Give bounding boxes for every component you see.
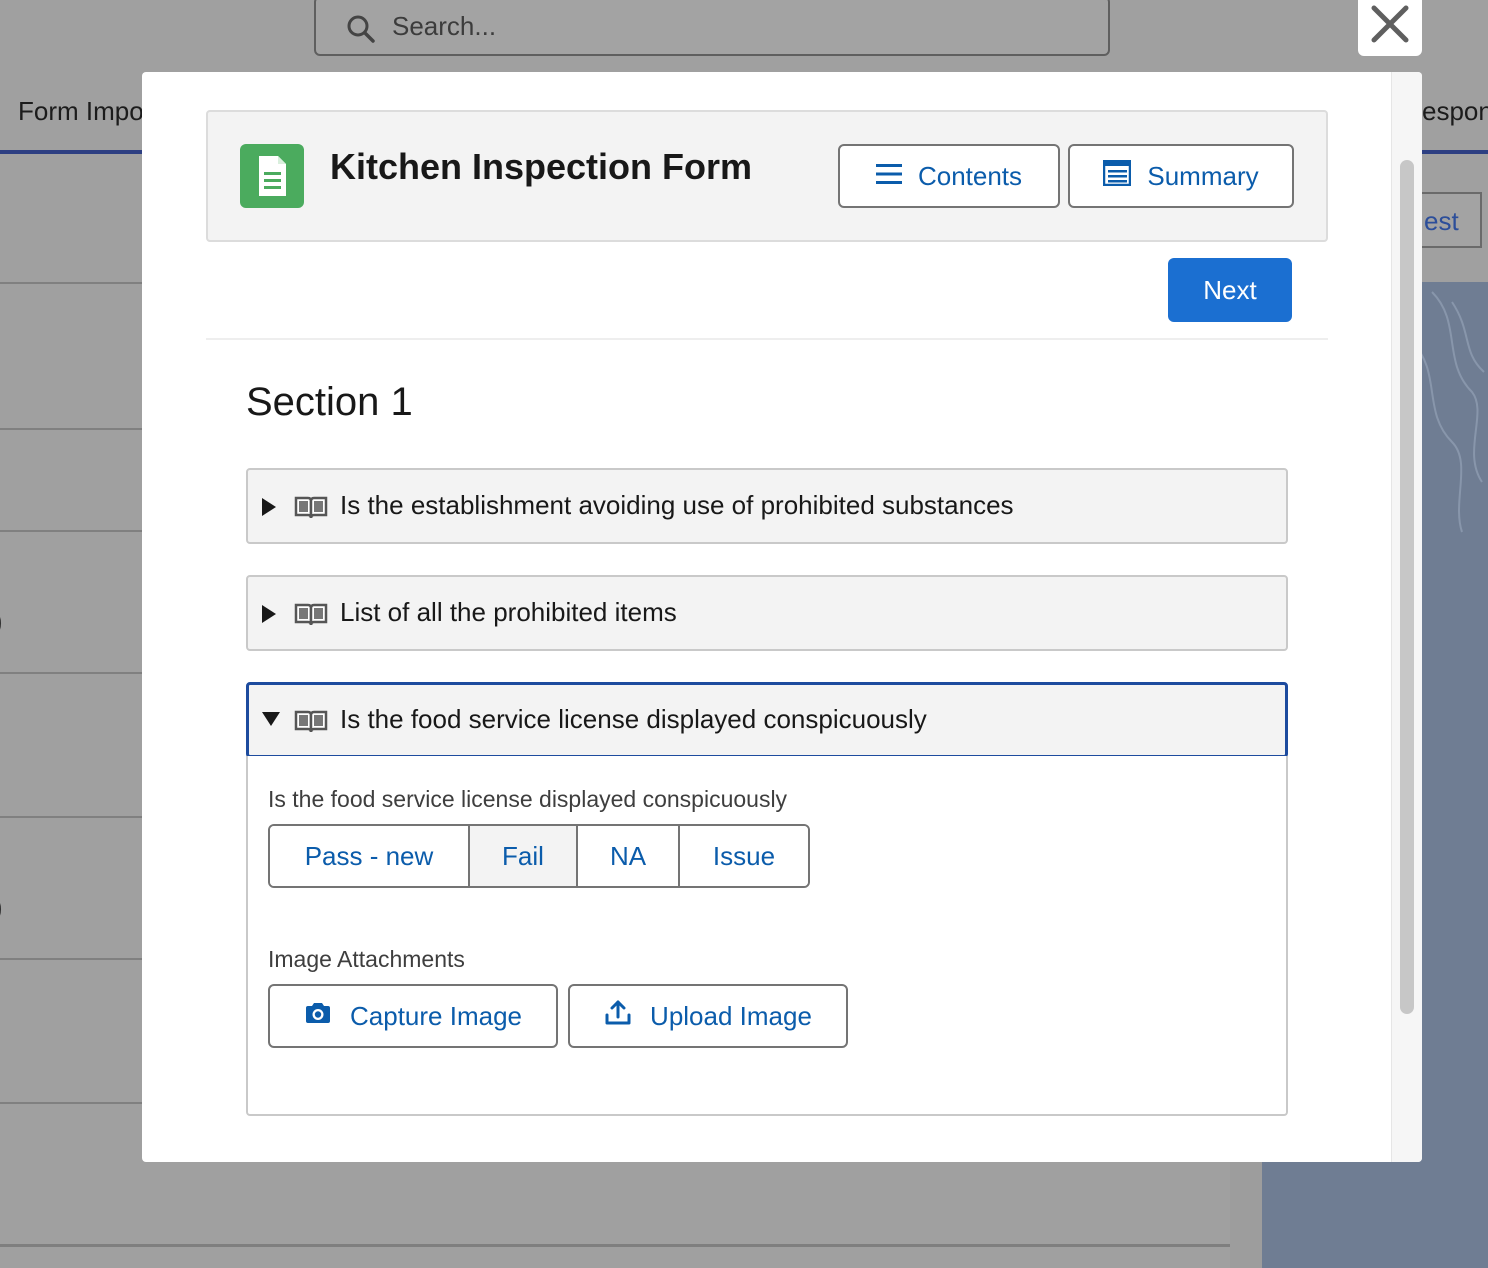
tab-indicator-right xyxy=(1422,150,1488,154)
form-modal: Kitchen Inspection Form Contents Summary… xyxy=(142,72,1422,1162)
bottom-divider xyxy=(0,1244,1230,1247)
header-divider xyxy=(206,338,1328,340)
row-text: ) xyxy=(0,892,3,923)
option-issue[interactable]: Issue xyxy=(680,826,808,886)
book-icon xyxy=(294,494,328,525)
row-divider xyxy=(0,672,142,674)
camera-icon xyxy=(304,1001,332,1032)
upload-icon xyxy=(604,999,632,1034)
background-right-button[interactable]: est xyxy=(1422,192,1482,248)
search-icon xyxy=(346,14,376,49)
form-title: Kitchen Inspection Form xyxy=(330,146,753,187)
accordion-label: Is the establishment avoiding use of pro… xyxy=(340,490,1014,520)
book-icon xyxy=(294,708,328,739)
background-right-button-label: est xyxy=(1424,206,1459,236)
contents-label: Contents xyxy=(917,160,1023,191)
list-icon xyxy=(875,161,902,192)
upload-image-button[interactable]: Upload Image xyxy=(568,984,848,1048)
search-placeholder: Search... xyxy=(392,11,497,41)
section-title: Section 1 xyxy=(246,380,413,424)
image-attachments-label: Image Attachments xyxy=(268,946,465,972)
accordion-prohibited-items[interactable]: List of all the prohibited items xyxy=(246,575,1288,651)
capture-image-label: Capture Image xyxy=(350,1000,522,1031)
chevron-down-icon xyxy=(262,712,280,726)
search-input[interactable]: Search... xyxy=(314,0,1110,56)
chevron-right-icon xyxy=(262,605,276,623)
form-header: Kitchen Inspection Form Contents Summary xyxy=(206,110,1328,242)
capture-image-button[interactable]: Capture Image xyxy=(268,984,558,1048)
answer-button-group: Pass - new Fail NA Issue xyxy=(268,824,810,888)
scrollbar-thumb[interactable] xyxy=(1400,160,1414,1014)
option-na[interactable]: NA xyxy=(578,826,680,886)
question-label: Is the food service license displayed co… xyxy=(268,786,788,812)
tab-form-import[interactable]: Form Impo xyxy=(18,96,144,127)
accordion-body: Is the food service license displayed co… xyxy=(246,756,1288,1116)
book-icon xyxy=(294,601,328,632)
upload-image-label: Upload Image xyxy=(650,1000,812,1031)
accordion-food-service-license[interactable]: Is the food service license displayed co… xyxy=(246,682,1288,758)
row-divider xyxy=(0,428,142,430)
row-divider xyxy=(0,530,142,532)
next-button[interactable]: Next xyxy=(1168,258,1292,322)
tab-responses[interactable]: espon xyxy=(1422,96,1488,127)
summary-button[interactable]: Summary xyxy=(1068,144,1294,208)
form-document-icon xyxy=(240,144,304,208)
option-pass-new[interactable]: Pass - new xyxy=(270,826,470,886)
option-fail[interactable]: Fail xyxy=(470,826,578,886)
accordion-prohibited-substances[interactable]: Is the establishment avoiding use of pro… xyxy=(246,468,1288,544)
close-modal-button[interactable] xyxy=(1358,0,1422,56)
summary-icon xyxy=(1103,159,1132,193)
row-text: ) xyxy=(0,606,3,637)
row-divider xyxy=(0,1102,142,1104)
accordion-label: List of all the prohibited items xyxy=(340,597,677,627)
modal-scrollbar[interactable] xyxy=(1391,72,1422,1162)
active-tab-indicator xyxy=(0,150,142,154)
close-icon xyxy=(1371,5,1409,43)
contents-button[interactable]: Contents xyxy=(838,144,1060,208)
row-divider xyxy=(0,282,142,284)
summary-label: Summary xyxy=(1147,160,1259,191)
row-divider xyxy=(0,816,142,818)
chevron-right-icon xyxy=(262,498,276,516)
accordion-label: Is the food service license displayed co… xyxy=(340,704,927,734)
row-divider xyxy=(0,958,142,960)
